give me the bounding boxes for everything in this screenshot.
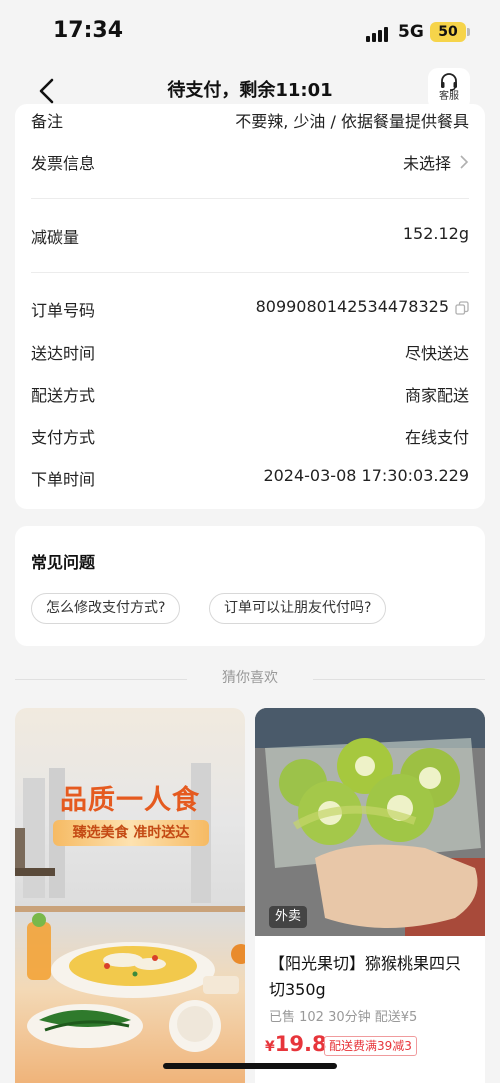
delivery-method-value: 商家配送 bbox=[404, 386, 469, 405]
promo-title: 品质一人食 bbox=[60, 785, 200, 816]
divider bbox=[31, 272, 469, 273]
order-time-row: 下单时间 2024-03-08 17:30:03.229 bbox=[31, 466, 469, 490]
battery-tip bbox=[467, 28, 470, 36]
faq-question-change-payment[interactable]: 怎么修改支付方式? bbox=[31, 593, 181, 624]
carbon-value: 152.12g bbox=[402, 224, 469, 243]
product-meta: 已售 102 30分钟 配送¥5 bbox=[269, 1010, 418, 1025]
order-number-label: 订单号码 bbox=[31, 301, 96, 320]
carbon-row: 减碳量 152.12g bbox=[31, 224, 469, 248]
delivery-method-row: 配送方式 商家配送 bbox=[31, 382, 469, 406]
delivery-time-label: 送达时间 bbox=[31, 344, 96, 363]
delivery-method-label: 配送方式 bbox=[31, 386, 96, 405]
status-bar: 17:34 5G 50 bbox=[0, 0, 500, 64]
product-price: ¥19.8 bbox=[265, 1032, 327, 1056]
delivery-tag: 外卖 bbox=[269, 906, 308, 928]
divider bbox=[313, 679, 485, 680]
promo-banner[interactable]: 品质一人食 臻选美食 准时送达 bbox=[15, 708, 245, 1083]
price-value: 19.8 bbox=[274, 1032, 327, 1056]
recommend-title: 猜你喜欢 bbox=[222, 670, 278, 686]
delivery-time-row: 送达时间 尽快送达 bbox=[31, 340, 469, 364]
status-time: 17:34 bbox=[53, 18, 124, 43]
order-number-row: 订单号码 8099080142534478325 bbox=[31, 297, 469, 321]
battery-icon: 50 bbox=[430, 22, 466, 42]
faq-card: 常见问题 怎么修改支付方式? 订单可以让朋友代付吗? bbox=[15, 526, 485, 646]
divider bbox=[31, 198, 469, 199]
invoice-row[interactable]: 发票信息 未选择 bbox=[31, 150, 469, 174]
remark-value: 不要辣, 少油 / 依据餐量提供餐具 bbox=[235, 112, 469, 131]
chevron-right-icon bbox=[460, 155, 469, 169]
product-name: 【阳光果切】猕猴桃果四只切350g bbox=[269, 954, 462, 999]
headset-icon bbox=[441, 73, 457, 91]
promo-subtitle: 臻选美食 准时送达 bbox=[53, 820, 209, 846]
faq-title: 常见问题 bbox=[31, 553, 96, 572]
product-card[interactable]: 外卖 【阳光果切】猕猴桃果四只切350g 已售 102 30分钟 配送¥5 ¥1… bbox=[255, 708, 485, 1083]
recommend-header: 猜你喜欢 bbox=[0, 667, 500, 691]
payment-method-value: 在线支付 bbox=[404, 428, 469, 447]
product-image bbox=[255, 708, 485, 936]
remark-row: 备注 不要辣, 少油 / 依据餐量提供餐具 bbox=[31, 108, 469, 132]
signal-icon bbox=[366, 26, 392, 42]
page-title: 待支付，剩余11:01 bbox=[167, 80, 333, 101]
remark-label: 备注 bbox=[31, 112, 64, 131]
invoice-value: 未选择 bbox=[402, 154, 451, 173]
copy-icon[interactable] bbox=[455, 301, 469, 315]
order-time-label: 下单时间 bbox=[31, 470, 96, 489]
order-time-value: 2024-03-08 17:30:03.229 bbox=[263, 466, 469, 485]
delivery-discount-badge: 配送费满39减3 bbox=[324, 1036, 417, 1056]
home-indicator bbox=[163, 1063, 337, 1069]
network-type: 5G bbox=[398, 22, 424, 42]
delivery-time-value: 尽快送达 bbox=[404, 344, 469, 363]
customer-service-label: 客服 bbox=[439, 91, 459, 102]
payment-method-row: 支付方式 在线支付 bbox=[31, 424, 469, 448]
price-currency: ¥ bbox=[265, 1039, 275, 1055]
order-info-card: 备注 不要辣, 少油 / 依据餐量提供餐具 发票信息 未选择 减碳量 152.1… bbox=[15, 104, 485, 509]
promo-background-image bbox=[15, 763, 245, 1052]
order-number-value: 8099080142534478325 bbox=[255, 297, 449, 316]
payment-method-label: 支付方式 bbox=[31, 428, 96, 447]
invoice-label: 发票信息 bbox=[31, 154, 96, 173]
carbon-label: 减碳量 bbox=[31, 228, 80, 247]
faq-question-friend-pay[interactable]: 订单可以让朋友代付吗? bbox=[209, 593, 387, 624]
